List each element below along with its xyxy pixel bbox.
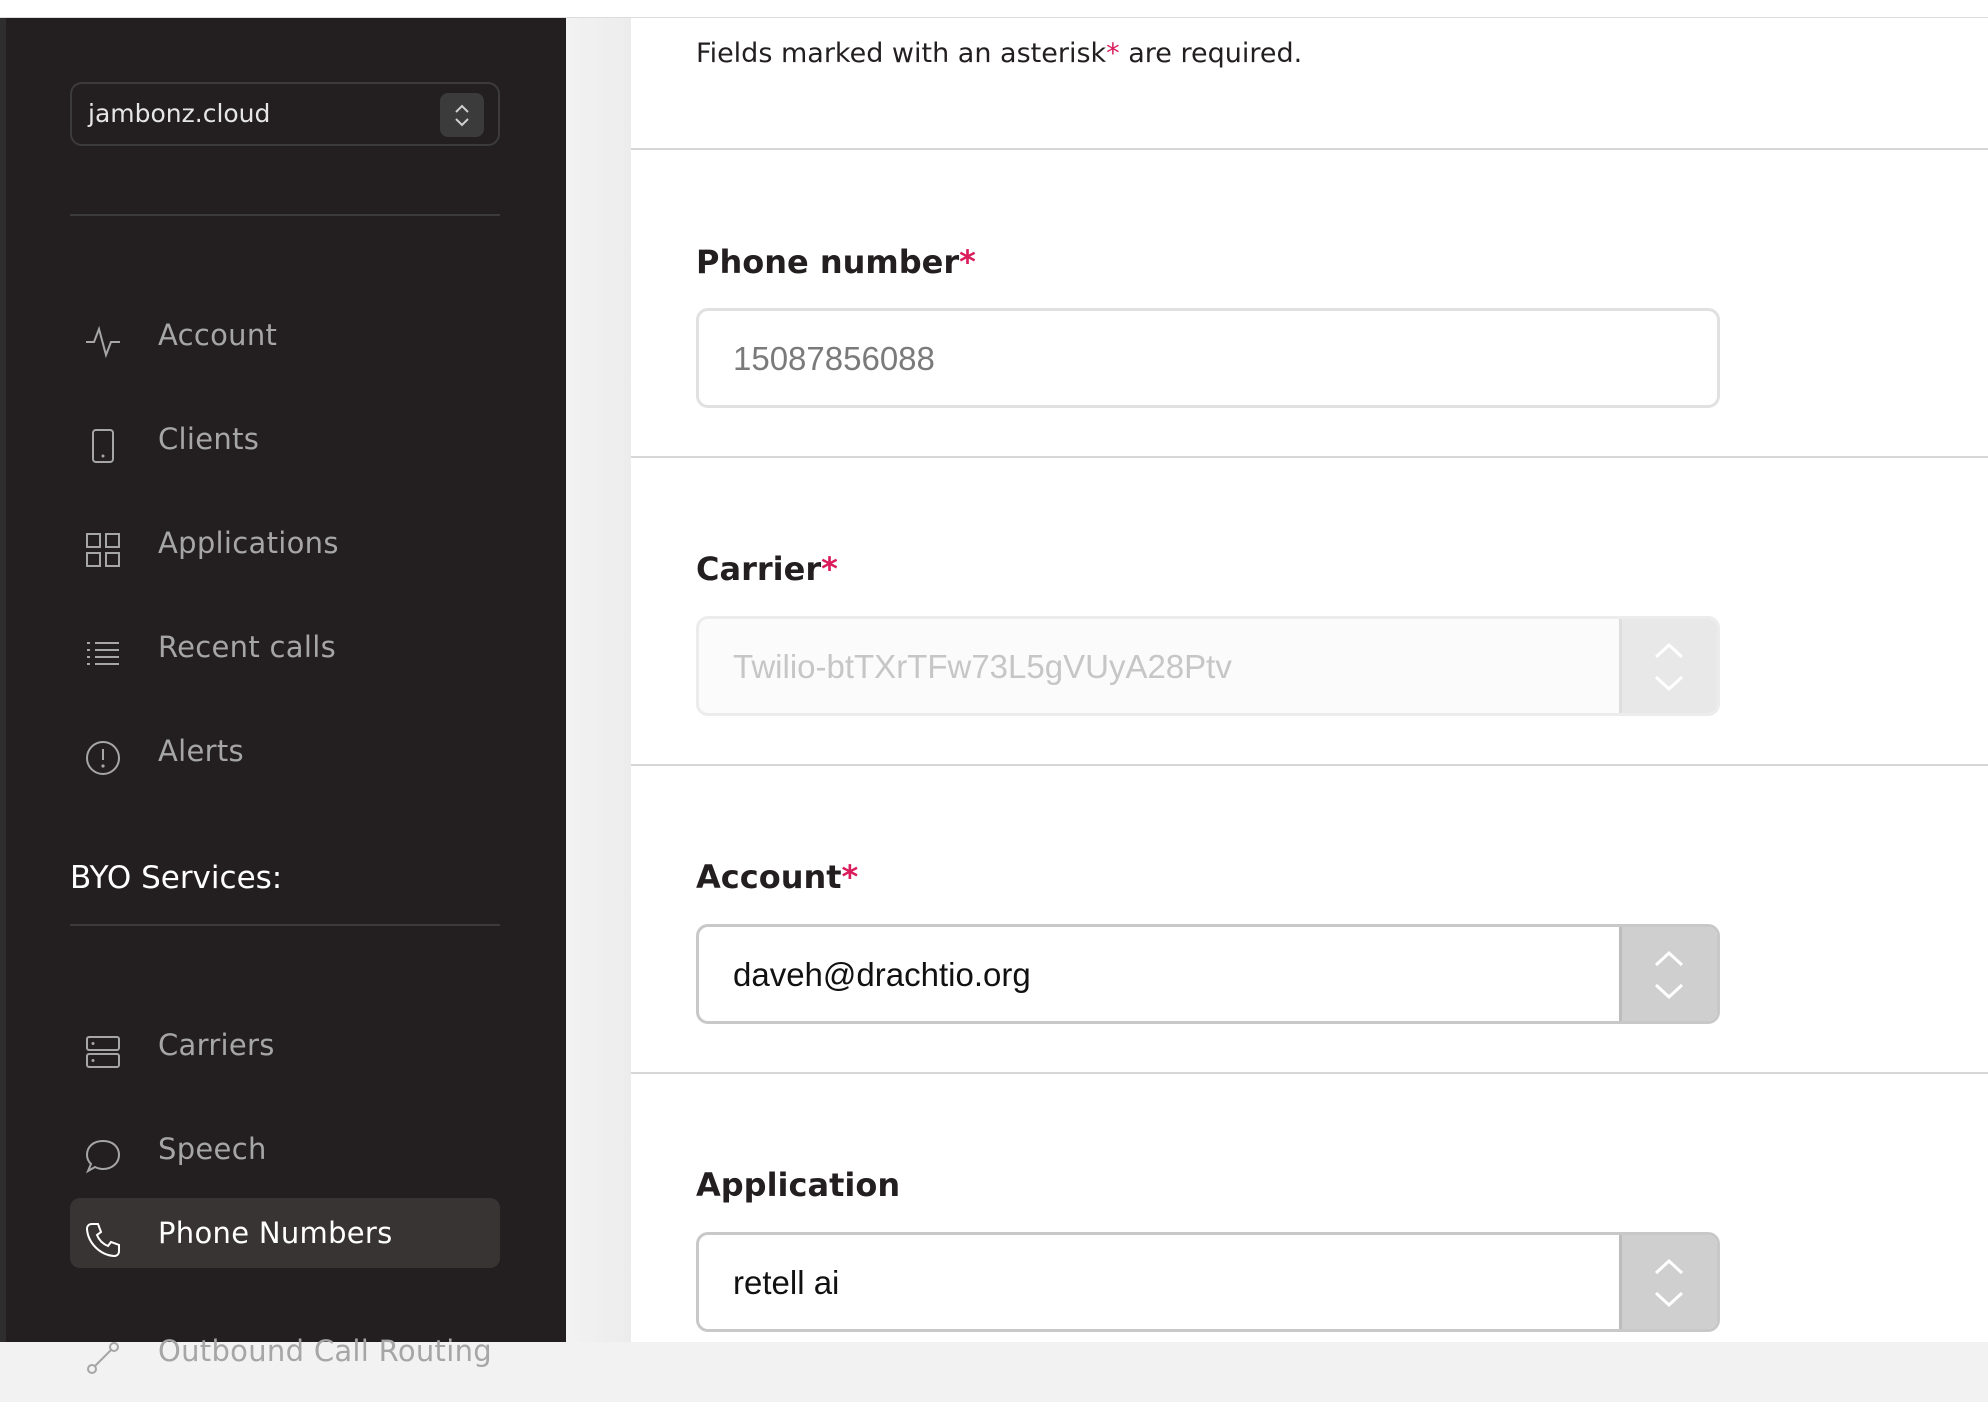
required-asterisk: * (959, 243, 976, 281)
phone-number-label: Phone number* (696, 243, 976, 281)
sidebar-item-label: Carriers (158, 1028, 275, 1062)
note-text: are required. (1119, 38, 1303, 69)
sidebar-item-phone-numbers[interactable]: Phone Numbers (70, 1198, 500, 1268)
sidebar-item-label: Alerts (158, 734, 244, 768)
sidebar-item-label: Applications (158, 526, 339, 560)
content-gutter (567, 18, 631, 1342)
carrier-select-value: Twilio-btTXrTFw73L5gVUyA28Ptv (733, 648, 1232, 685)
routing-icon (84, 1332, 122, 1374)
list-icon (84, 628, 122, 666)
sidebar-item-clients[interactable]: Clients (70, 404, 500, 474)
required-fields-note: Fields marked with an asterisk* are requ… (696, 38, 1302, 69)
account-select-value: daveh@drachtio.org (733, 956, 1031, 993)
server-icon (84, 1026, 122, 1068)
account-selector[interactable]: jambonz.cloud (70, 82, 500, 146)
application-label: Application (696, 1166, 901, 1204)
required-asterisk: * (821, 550, 838, 588)
application-row: Application retell ai (631, 1074, 1988, 1342)
grid-icon (84, 524, 122, 567)
carrier-row: Carrier* Twilio-btTXrTFw73L5gVUyA28Ptv (631, 458, 1988, 766)
activity-icon (84, 316, 122, 359)
sidebar-item-label: Account (158, 318, 278, 352)
sidebar-item-label: Phone Numbers (158, 1216, 393, 1250)
application-select-value: retell ai (733, 1264, 840, 1301)
account-row: Account* daveh@drachtio.org (631, 766, 1988, 1074)
required-asterisk: * (1106, 38, 1120, 69)
sidebar-item-label: Recent calls (158, 630, 336, 664)
sidebar-item-recent-calls[interactable]: Recent calls (70, 612, 500, 682)
application-select[interactable]: retell ai (696, 1232, 1720, 1332)
phone-number-row: Phone number* 15087856088 (631, 150, 1988, 458)
label-text: Carrier (696, 550, 822, 588)
sidebar-item-outbound-call-routing[interactable]: Outbound Call Routing (70, 1316, 500, 1386)
updown-chevron-icon (440, 93, 484, 137)
sidebar: jambonz.cloud Account Clients Applicatio… (0, 18, 566, 1374)
sidebar-item-label: Speech (158, 1132, 267, 1166)
required-asterisk: * (841, 858, 859, 896)
account-label: Account* (696, 858, 858, 896)
carrier-select[interactable]: Twilio-btTXrTFw73L5gVUyA28Ptv (696, 616, 1720, 716)
sidebar-divider (70, 214, 500, 216)
sidebar-item-speech[interactable]: Speech (70, 1114, 500, 1184)
alert-circle-icon (84, 732, 122, 775)
updown-chevron-icon (1619, 927, 1717, 1021)
account-select[interactable]: daveh@drachtio.org (696, 924, 1720, 1024)
sidebar-item-label: Outbound Call Routing (158, 1334, 492, 1368)
label-text: Phone number (696, 243, 960, 281)
phone-number-form: Fields marked with an asterisk* are requ… (567, 18, 1988, 1342)
mobile-device-icon (84, 420, 122, 463)
account-selector-value: jambonz.cloud (88, 99, 271, 128)
label-text: Account (696, 858, 842, 896)
sidebar-item-account[interactable]: Account (70, 300, 500, 370)
updown-chevron-icon (1619, 1235, 1717, 1329)
carrier-label: Carrier* (696, 550, 838, 588)
sidebar-divider (70, 924, 500, 926)
sidebar-item-alerts[interactable]: Alerts (70, 716, 500, 786)
updown-chevron-icon (1619, 619, 1717, 713)
sidebar-edge (0, 18, 6, 1342)
sidebar-item-applications[interactable]: Applications (70, 508, 500, 578)
sidebar-item-label: Clients (158, 422, 260, 456)
required-note-row: Fields marked with an asterisk* are requ… (631, 18, 1988, 150)
note-text: Fields marked with an asterisk (696, 38, 1107, 69)
byo-services-title: BYO Services: (70, 860, 283, 896)
browser-top-strip (0, 0, 1988, 18)
sidebar-item-carriers[interactable]: Carriers (70, 1010, 500, 1080)
phone-icon (84, 1214, 122, 1258)
speech-bubble-icon (84, 1130, 122, 1174)
phone-number-input[interactable]: 15087856088 (696, 308, 1720, 408)
